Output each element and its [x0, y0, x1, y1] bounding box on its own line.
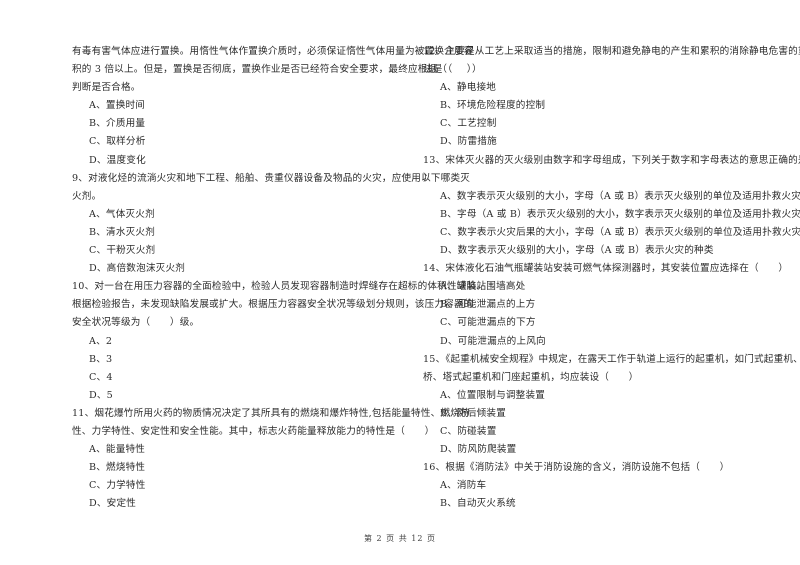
question-text-line: ） — [423, 172, 433, 184]
question-text-line: 有毒有害气体应进行置换。用惰性气体作置换介质时，必须保证惰性气体用量为被置换介质… — [72, 46, 474, 57]
answer-option: D、可能泄漏点的上风向 — [440, 335, 546, 347]
answer-option: D、防风防爬装置 — [440, 444, 517, 456]
answer-option: A、静电接地 — [440, 82, 497, 94]
answer-option: C、力学特性 — [89, 480, 146, 492]
answer-option: B、3 — [89, 353, 113, 365]
question-text-line: 12、主要是从工艺上采取适当的措施，限制和避免静电的产生和累积的消除静电危害的重… — [423, 46, 800, 57]
answer-option: C、干粉灭火剂 — [89, 245, 156, 257]
question-text-line: 16、根据《消防法》中关于消防设施的含义，消防设施不包括（ ） — [423, 462, 730, 474]
answer-option: D、5 — [89, 389, 113, 401]
answer-option: B、燃烧特性 — [89, 462, 146, 474]
question-text-line: 根据检验报告，未发现缺陷发展或扩大。根据压力容器安全状况等级划分规则，该压力容器… — [72, 299, 474, 311]
answer-option: A、置换时间 — [89, 100, 146, 112]
left-column: 有毒有害气体应进行置换。用惰性气体作置换介质时，必须保证惰性气体用量为被置换介质… — [72, 43, 487, 513]
answer-option: D、温度变化 — [89, 154, 146, 166]
answer-option: C、工艺控制 — [440, 118, 497, 130]
answer-option: A、气体灭火剂 — [89, 208, 155, 220]
answer-option: D、高倍数泡沫灭火剂 — [89, 263, 186, 275]
answer-option: B、字母（A 或 B）表示灭火级别的大小，数字表示灭火级别的单位及适用扑救火灾的… — [440, 208, 800, 220]
answer-option: A、罐装站围墙高处 — [440, 281, 526, 293]
answer-option: C、可能泄漏点的下方 — [440, 317, 536, 329]
question-text-line: 积的 3 倍以上。但是，置换是否彻底，置换作业是否已经符合安全要求，最终应根据（… — [72, 64, 477, 76]
answer-option: B、介质用量 — [89, 118, 146, 130]
answer-option: D、安定性 — [89, 498, 137, 510]
answer-option: A、能量特性 — [89, 444, 146, 456]
answer-option: B、清水灭火剂 — [89, 226, 156, 238]
answer-option: B、环境危险程度的控制 — [440, 100, 546, 112]
answer-option: B、防后倾装置 — [440, 407, 507, 419]
answer-option: C、防碰装置 — [440, 425, 497, 437]
answer-option: A、2 — [89, 335, 113, 347]
question-text-line: 13、宋体灭火器的灭火级别由数字和字母组成，下列关于数字和字母表达的意思正确的是… — [423, 154, 800, 166]
answer-option: B、自动灭火系统 — [440, 498, 516, 510]
answer-option: C、4 — [89, 371, 113, 383]
question-text-line: 10、对一台在用压力容器的全面检验中，检验人员发现容器制造时焊缝存在超标的体积性… — [72, 281, 487, 293]
right-column: 12、主要是从工艺上采取适当的措施，限制和避免静电的产生和累积的消除静电危害的重… — [423, 43, 800, 513]
answer-option: A、消防车 — [440, 480, 487, 492]
question-text-line: 火剂。 — [72, 190, 102, 202]
question-text-line: 安全状况等级为（ ）级。 — [72, 317, 200, 329]
question-text-line: 9、对液化烃的流淌火灾和地下工程、船舶、贵重仪器设备及物品的火灾，应使用以下哪类… — [72, 172, 471, 184]
answer-option: C、数字表示火灾后果的大小，字母（A 或 B）表示灭火级别的单位及适用扑救火灾的… — [440, 226, 800, 238]
question-text-line: 14、宋体液化石油气瓶罐装站安装可燃气体探测器时，其安装位置应选择在（ ） — [423, 263, 789, 275]
question-text-line: 性、力学特性、安定性和安全性能。其中，标志火药能量释放能力的特性是（ ） — [72, 425, 435, 437]
answer-option: C、取样分析 — [89, 136, 146, 148]
answer-option: B、可能泄漏点的上方 — [440, 299, 536, 311]
question-text-line: 桥、塔式起重机和门座起重机，均应装设（ ） — [423, 371, 639, 383]
question-text-line: 判断是否合格。 — [72, 82, 141, 94]
question-text-line: 15、《起重机械安全规程》中规定，在露天工作于轨道上运行的起重机，如门式起重机、… — [423, 353, 800, 365]
answer-option: A、位置限制与调整装置 — [440, 389, 546, 401]
question-text-line: 11、烟花爆竹所用火药的物质情况决定了其所具有的燃烧和爆炸特性,包括能量特性、燃… — [72, 407, 470, 419]
answer-option: D、防雷措施 — [440, 136, 497, 148]
question-text-line: 法是（ ） — [423, 64, 482, 76]
answer-option: D、数字表示灭火级别的大小，字母（A 或 B）表示火灾的种类 — [440, 245, 714, 257]
page-number-footer: 第 2 页 共 12 页 — [364, 534, 436, 543]
answer-option: A、数字表示灭火级别的大小，字母（A 或 B）表示灭火级别的单位及适用扑救火灾的… — [440, 190, 800, 202]
